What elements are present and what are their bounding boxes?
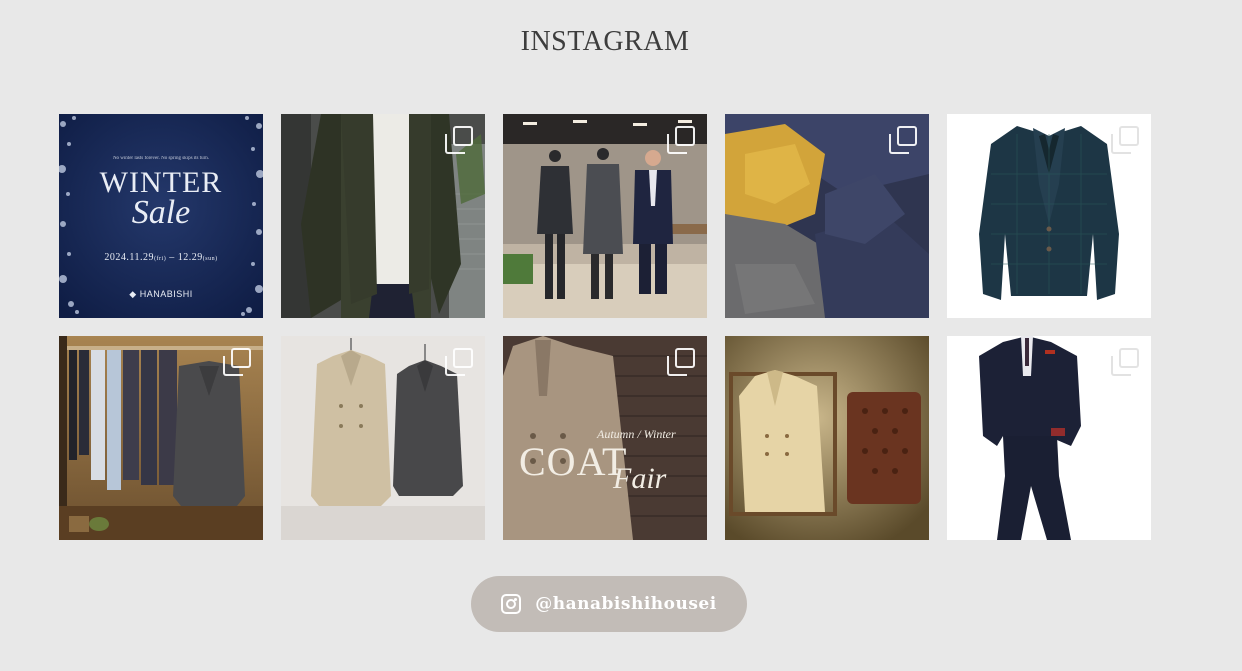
post-image <box>725 336 929 540</box>
instagram-handle: @hanabishihousei <box>535 594 717 614</box>
multiple-images-icon <box>667 126 695 154</box>
multiple-images-icon <box>445 126 473 154</box>
winter-sale-tagline: No winter lasts forever. No spring skips… <box>112 156 210 161</box>
multiple-images-icon <box>445 348 473 376</box>
brand-logo-icon: ◆ <box>129 289 140 299</box>
winter-sale-script: Sale <box>131 194 191 231</box>
section-title: INSTAGRAM <box>520 26 690 57</box>
post-two-coats[interactable] <box>281 336 485 540</box>
coat-fair-script: Fair <box>613 462 667 495</box>
post-coat-fair[interactable]: Autumn / Winter COAT Fair <box>503 336 707 540</box>
follow-instagram-button[interactable]: @hanabishihousei <box>471 576 747 632</box>
post-store-mannequins[interactable] <box>503 114 707 318</box>
multiple-images-icon <box>1111 126 1139 154</box>
post-navy-suit[interactable] <box>947 336 1151 540</box>
instagram-feed-grid: No winter lasts forever. No spring skips… <box>59 114 1151 540</box>
post-corduroy-jacket[interactable] <box>281 114 485 318</box>
post-coat-rack[interactable] <box>59 336 263 540</box>
multiple-images-icon <box>889 126 917 154</box>
coat-fair-headline: COAT <box>519 439 628 484</box>
post-tweed-jacket[interactable] <box>947 114 1151 318</box>
multiple-images-icon <box>223 348 251 376</box>
winter-sale-brand: ◆ HANABISHI <box>129 289 193 299</box>
post-winter-sale[interactable]: No winter lasts forever. No spring skips… <box>59 114 263 318</box>
winter-sale-dates: 2024.11.29(fri) – 12.29(sun) <box>104 252 218 263</box>
post-camel-coat-chair[interactable] <box>725 336 929 540</box>
post-fabric-swatches[interactable] <box>725 114 929 318</box>
multiple-images-icon <box>667 348 695 376</box>
instagram-icon <box>501 594 522 614</box>
multiple-images-icon <box>1111 348 1139 376</box>
